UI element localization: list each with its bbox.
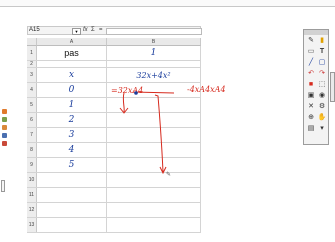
- hand-icon[interactable]: ✋: [317, 113, 327, 122]
- select-icon[interactable]: ⬚: [317, 80, 327, 89]
- redo-icon[interactable]: ↷: [317, 69, 327, 78]
- formula-extension-ink: -4xA4xA4: [187, 85, 226, 94]
- highlight-tool-icon[interactable]: [2, 117, 7, 122]
- settings-icon[interactable]: ⚙: [317, 102, 327, 111]
- color-swatch-icon[interactable]: ■: [306, 80, 316, 89]
- clear-icon[interactable]: ✕: [306, 102, 316, 111]
- select-tool-icon[interactable]: [2, 133, 7, 138]
- long-arrow-ink: [154, 94, 164, 173]
- annotation-ink-layer: -4xA4xA4 ✎: [119, 85, 226, 178]
- text-icon[interactable]: T: [317, 47, 327, 56]
- highlighter-icon[interactable]: ▮: [317, 36, 327, 45]
- side-panel-handle[interactable]: [1, 180, 5, 192]
- page-icon[interactable]: ▤: [306, 124, 316, 133]
- down-arrow-ink: [122, 92, 125, 113]
- save-icon[interactable]: ▾: [317, 124, 327, 133]
- shape-icon[interactable]: ▢: [317, 58, 327, 67]
- eraser-icon[interactable]: ▭: [306, 47, 316, 56]
- eraser-tool-icon[interactable]: [2, 125, 7, 130]
- undo-icon[interactable]: ↶: [306, 69, 316, 78]
- palette-drag-bar[interactable]: [304, 30, 328, 35]
- pen-palette: ✎ ▮ ▭ T ╱ ▢ ↶ ↷ ■ ⬚ ▣ ◉ ✕ ⚙ ⊕ ✋ ▤ ▾: [303, 29, 329, 145]
- screen-icon[interactable]: ▣: [306, 91, 316, 100]
- undo-tool-icon[interactable]: [2, 141, 7, 146]
- zoom-icon[interactable]: ⊕: [306, 113, 316, 122]
- pen-tool-icon[interactable]: [2, 109, 7, 114]
- ink-dot: [134, 91, 138, 95]
- underline-ink: [132, 91, 175, 94]
- line-icon[interactable]: ╱: [306, 58, 316, 67]
- pen-icon[interactable]: ✎: [306, 36, 316, 45]
- pen-cursor-icon: ✎: [166, 171, 171, 178]
- camera-icon[interactable]: ◉: [317, 91, 327, 100]
- side-tab[interactable]: [330, 72, 335, 102]
